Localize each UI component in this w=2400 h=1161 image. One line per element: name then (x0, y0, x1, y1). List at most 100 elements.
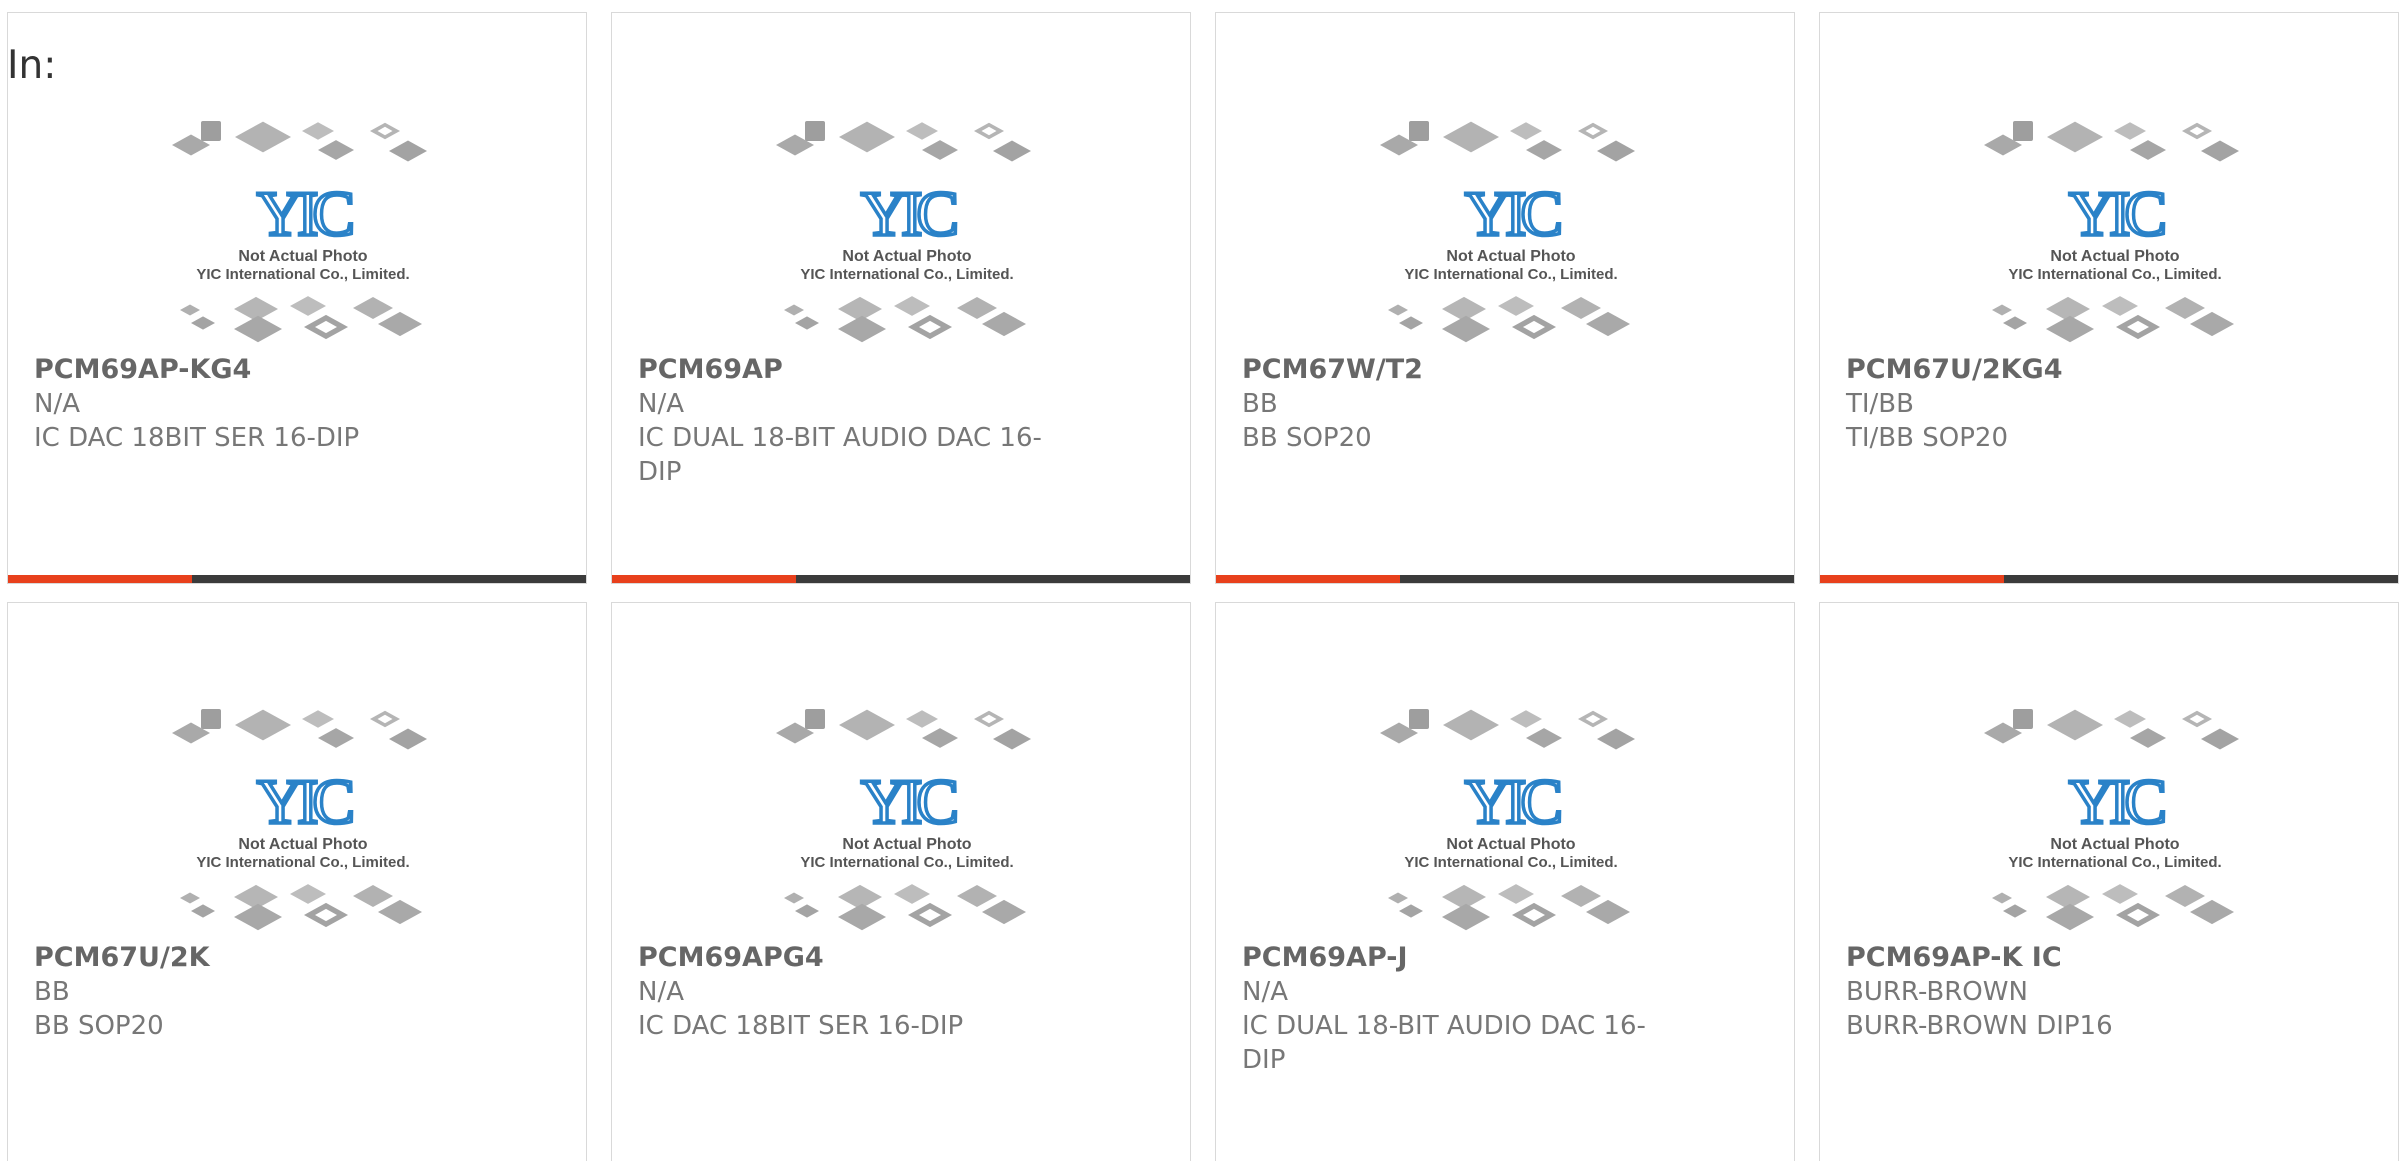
product-info: PCM69AP-J N/A IC DUAL 18-BIT AUDIO DAC 1… (1242, 941, 1672, 1077)
chip-icon (290, 884, 326, 904)
description: BURR-BROWN DIP16 (1846, 1011, 2113, 1041)
chip-row-bottom (1992, 884, 2234, 931)
description: TI/BB SOP20 (1846, 423, 2008, 453)
part-number[interactable]: PCM69AP-K IC (1846, 941, 2276, 975)
company-name-text: YIC International Co., Limited. (196, 266, 409, 283)
chip-icon (922, 140, 958, 160)
placeholder-image[interactable]: YIC Not Actual Photo YIC International Co.… (1980, 691, 2250, 941)
company-name-text: YIC International Co., Limited. (1404, 854, 1617, 871)
manufacturer: BURR-BROWN (1846, 977, 2028, 1007)
placeholder-image[interactable]: YIC Not Actual Photo YIC International Co.… (772, 103, 1042, 353)
placeholder-illustration: YICNot Actual PhotoYIC International Co.… (1984, 709, 2239, 931)
placeholder-illustration: YICNot Actual PhotoYIC International Co.… (1380, 121, 1635, 343)
placeholder-illustration: YICNot Actual PhotoYIC International Co.… (1380, 709, 1635, 931)
chip-icon (795, 316, 819, 330)
placeholder-image[interactable]: YIC Not Actual Photo YIC International Co.… (772, 691, 1042, 941)
accent-bar (8, 575, 192, 583)
chip-icon (1498, 296, 1534, 316)
product-card[interactable]: YIC Not Actual Photo YIC International Co.… (611, 12, 1191, 584)
placeholder-image[interactable]: YIC Not Actual Photo YIC International Co.… (1376, 103, 1646, 353)
yic-logo: YIC (257, 766, 353, 837)
chip-icon (1597, 728, 1635, 750)
chip-icon (353, 297, 393, 319)
product-card[interactable]: YIC Not Actual Photo YIC International Co.… (1819, 12, 2399, 584)
part-number[interactable]: PCM69APG4 (638, 941, 1068, 975)
placeholder-illustration: YICNot Actual PhotoYIC International Co.… (172, 121, 427, 343)
chip-icon (906, 122, 938, 140)
card-bottom-bar (1820, 575, 2398, 583)
chip-icon (318, 140, 354, 160)
description: IC DAC 18BIT SER 16-DIP (34, 423, 360, 453)
chip-icon (2047, 121, 2103, 153)
description: BB SOP20 (1242, 423, 1372, 453)
manufacturer: N/A (638, 389, 684, 419)
placeholder-illustration: YICNot Actual PhotoYIC International Co.… (1984, 121, 2239, 343)
part-number[interactable]: PCM67W/T2 (1242, 353, 1672, 387)
placeholder-image[interactable]: YIC Not Actual Photo YIC International Co.… (1980, 103, 2250, 353)
chip-icon (1399, 316, 1423, 330)
chip-icon (1510, 122, 1542, 140)
chip-icon (1561, 885, 1601, 907)
part-number[interactable]: PCM69AP (638, 353, 1068, 387)
chip-icon (795, 904, 819, 918)
yic-logo: YIC (861, 178, 957, 249)
chip-icon (302, 122, 334, 140)
company-name-text: YIC International Co., Limited. (800, 854, 1013, 871)
chip-icon (180, 892, 200, 904)
part-number[interactable]: PCM69AP-J (1242, 941, 1672, 975)
product-card[interactable]: YIC Not Actual Photo YIC International Co.… (7, 12, 587, 584)
product-card[interactable]: YIC Not Actual Photo YIC International Co.… (1215, 12, 1795, 584)
product-card[interactable]: YIC Not Actual Photo YIC International Co.… (611, 602, 1191, 1161)
chip-icon (982, 311, 1026, 337)
chip-row-top (1380, 709, 1635, 750)
product-info: PCM69AP N/A IC DUAL 18-BIT AUDIO DAC 16-… (638, 353, 1068, 489)
placeholder-image[interactable]: YIC Not Actual Photo YIC International Co.… (168, 691, 438, 941)
part-number[interactable]: PCM67U/2KG4 (1846, 353, 2276, 387)
chip-row-bottom (784, 884, 1026, 931)
part-number[interactable]: PCM69AP-KG4 (34, 353, 464, 387)
placeholder-illustration: YICNot Actual PhotoYIC International Co.… (776, 121, 1031, 343)
yic-logo: YIC (1465, 766, 1561, 837)
chip-icon (201, 709, 221, 729)
part-number[interactable]: PCM67U/2K (34, 941, 464, 975)
chip-row-bottom (180, 296, 422, 343)
chip-row-bottom (1992, 296, 2234, 343)
product-info: PCM67U/2KG4 TI/BB TI/BB SOP20 (1846, 353, 2276, 455)
chip-icon (906, 710, 938, 728)
manufacturer: BB (34, 977, 70, 1007)
chip-row-bottom (1388, 296, 1630, 343)
product-card[interactable]: YIC Not Actual Photo YIC International Co.… (1819, 602, 2399, 1161)
chip-icon (2114, 122, 2146, 140)
chip-icon (191, 316, 215, 330)
placeholder-image[interactable]: YIC Not Actual Photo YIC International Co.… (1376, 691, 1646, 941)
chip-icon (2201, 140, 2239, 162)
chip-icon (957, 297, 997, 319)
not-actual-photo-text: Not Actual Photo (238, 248, 367, 265)
description: IC DAC 18BIT SER 16-DIP (638, 1011, 964, 1041)
not-actual-photo-text: Not Actual Photo (2050, 836, 2179, 853)
chip-icon (290, 296, 326, 316)
product-card[interactable]: YIC Not Actual Photo YIC International Co.… (7, 602, 587, 1161)
product-info: PCM67W/T2 BB BB SOP20 (1242, 353, 1672, 455)
chip-icon (389, 728, 427, 750)
chip-icon (805, 709, 825, 729)
chip-icon (1442, 315, 1490, 343)
chip-icon (805, 121, 825, 141)
chip-icon (1388, 304, 1408, 316)
product-grid: YIC Not Actual Photo YIC International Co.… (0, 0, 2400, 1161)
chip-icon (957, 885, 997, 907)
chip-icon (1443, 709, 1499, 741)
not-actual-photo-text: Not Actual Photo (2050, 248, 2179, 265)
chip-icon (234, 903, 282, 931)
not-actual-photo-text: Not Actual Photo (238, 836, 367, 853)
chip-icon (1586, 311, 1630, 337)
chip-icon (894, 884, 930, 904)
chip-icon (922, 728, 958, 748)
company-name-text: YIC International Co., Limited. (2008, 854, 2221, 871)
company-name-text: YIC International Co., Limited. (2008, 266, 2221, 283)
chip-icon (838, 315, 886, 343)
product-card[interactable]: YIC Not Actual Photo YIC International Co.… (1215, 602, 1795, 1161)
placeholder-image[interactable]: YIC Not Actual Photo YIC International Co.… (168, 103, 438, 353)
chip-icon (1597, 140, 1635, 162)
product-info: PCM67U/2K BB BB SOP20 (34, 941, 464, 1043)
